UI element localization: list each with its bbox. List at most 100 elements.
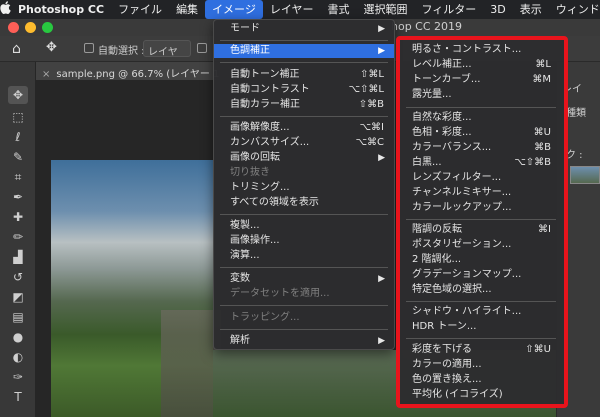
window-title: hop CC 2019 <box>391 20 463 33</box>
marquee-tool-icon[interactable]: ⬚ <box>8 108 28 126</box>
menu-item-label: 画像の回転 <box>230 152 280 163</box>
menu-item-auto-color[interactable]: 自動カラー補正 ⇧⌘B <box>214 98 394 112</box>
menu-item-label: 演算... <box>230 250 260 261</box>
menu-item-label: モード <box>230 23 260 34</box>
menu-item-duplicate[interactable]: 複製... <box>214 219 394 233</box>
pen-tool-icon[interactable]: ✑ <box>8 368 28 386</box>
menu-item-auto-tone[interactable]: 自動トーン補正 ⇧⌘L <box>214 68 394 82</box>
lasso-tool-icon[interactable]: ℓ <box>8 128 28 146</box>
macos-menubar: Photoshop CC ファイル 編集 イメージ レイヤー 書式 選択範囲 フ… <box>0 0 600 19</box>
photoshop-window: Photoshop CC ファイル 編集 イメージ レイヤー 書式 選択範囲 フ… <box>0 0 600 417</box>
minimize-window-button[interactable] <box>25 22 36 33</box>
menu-item-label: 画像解像度... <box>230 122 290 133</box>
healing-brush-tool-icon[interactable]: ✚ <box>8 208 28 226</box>
menu-item-label: 自動トーン補正 <box>230 69 300 80</box>
auto-select-target-dropdown[interactable]: レイヤー <box>143 40 191 73</box>
menu-item-calculations[interactable]: 演算... <box>214 249 394 263</box>
menu-3d[interactable]: 3D <box>483 0 512 19</box>
stamp-tool-icon[interactable]: ▟ <box>8 248 28 266</box>
blur-tool-icon[interactable]: ● <box>8 328 28 346</box>
menu-item-image-rotation[interactable]: 画像の回転 ▶ <box>214 151 394 165</box>
menu-item-auto-contrast[interactable]: 自動コントラスト ⌥⇧⌘L <box>214 83 394 97</box>
menu-item-variables[interactable]: 変数 ▶ <box>214 272 394 286</box>
history-brush-tool-icon[interactable]: ↺ <box>8 268 28 286</box>
layer-kind-filter[interactable]: 種類 <box>566 104 586 119</box>
menu-item-label: データセットを適用... <box>230 288 330 299</box>
menu-file[interactable]: ファイル <box>111 0 169 19</box>
tools-panel: ✥ ⬚ ℓ ✎ ⌗ ✒ ✚ ✏ ▟ ↺ ◩ ▤ ● ◐ ✑ T <box>0 62 36 417</box>
menu-edit[interactable]: 編集 <box>169 0 205 19</box>
auto-select-checkbox[interactable] <box>84 43 94 53</box>
image-menu-dropdown: モード ▶ 色調補正 ▶ 自動トーン補正 ⇧⌘L 自動コントラスト ⌥⇧⌘L 自動カラー… <box>213 19 395 350</box>
move-tool-icon[interactable]: ✥ <box>46 40 57 55</box>
move-tool-icon[interactable]: ✥ <box>8 86 28 104</box>
menu-item-mode[interactable]: モード ▶ <box>214 22 394 36</box>
gradient-tool-icon[interactable]: ▤ <box>8 308 28 326</box>
menu-item-label: カンバスサイズ... <box>230 137 310 148</box>
submenu-arrow-icon: ▶ <box>378 274 385 284</box>
menu-image[interactable]: イメージ <box>205 0 263 19</box>
menu-item-label: 複製... <box>230 220 260 231</box>
home-icon[interactable]: ⌂ <box>12 41 21 57</box>
image-rock-area <box>161 310 221 417</box>
auto-select-label: 自動選択 : <box>98 46 145 57</box>
brush-tool-icon[interactable]: ✏ <box>8 228 28 246</box>
menu-item-adjustments[interactable]: 色調補正 ▶ <box>214 44 394 58</box>
menu-divider <box>220 267 388 268</box>
submenu-arrow-icon: ▶ <box>378 24 385 34</box>
shortcut-label: ⇧⌘L <box>360 69 384 80</box>
menu-item-image-size[interactable]: 画像解像度... ⌥⌘I <box>214 121 394 135</box>
menu-item-label: 切り抜き <box>230 167 270 178</box>
menu-layer[interactable]: レイヤー <box>263 0 321 19</box>
menu-item-label: 自動カラー補正 <box>230 99 300 110</box>
menu-item-label: トリミング... <box>230 182 290 193</box>
menu-item-label: 自動コントラスト <box>230 84 310 95</box>
menu-item-label: 画像操作... <box>230 235 280 246</box>
menu-divider <box>220 116 388 117</box>
crop-tool-icon[interactable]: ⌗ <box>8 168 28 186</box>
submenu-arrow-icon: ▶ <box>378 153 385 163</box>
menu-divider <box>220 40 388 41</box>
close-tab-icon[interactable]: × <box>42 69 50 80</box>
layer-thumbnail[interactable] <box>570 166 600 184</box>
menu-item-trap: トラッピング... <box>214 311 394 325</box>
traffic-lights <box>8 22 53 33</box>
menu-item-label: 色調補正 <box>230 45 270 56</box>
menu-item-crop: 切り抜き <box>214 166 394 180</box>
type-tool-icon[interactable]: T <box>8 388 28 406</box>
menu-divider <box>220 329 388 330</box>
close-window-button[interactable] <box>8 22 19 33</box>
menu-divider <box>220 62 388 63</box>
document-tab[interactable]: × sample.png @ 66.7% (レイヤー 1, RG <box>36 62 220 80</box>
menu-view[interactable]: 表示 <box>513 0 549 19</box>
menu-photoshop[interactable]: Photoshop CC <box>11 0 111 19</box>
menu-item-label: 解析 <box>230 335 250 346</box>
submenu-arrow-icon: ▶ <box>378 46 385 56</box>
menu-filter[interactable]: フィルター <box>415 0 484 19</box>
menu-item-reveal-all[interactable]: すべての領域を表示 <box>214 196 394 210</box>
menu-item-label: すべての領域を表示 <box>230 197 319 208</box>
menu-item-label: 変数 <box>230 273 250 284</box>
transform-controls-checkbox[interactable] <box>197 43 207 53</box>
menu-divider <box>220 214 388 215</box>
menu-item-canvas-size[interactable]: カンバスサイズ... ⌥⌘C <box>214 136 394 150</box>
zoom-window-button[interactable] <box>42 22 53 33</box>
dodge-tool-icon[interactable]: ◐ <box>8 348 28 366</box>
submenu-arrow-icon: ▶ <box>378 336 385 346</box>
document-tab-label: sample.png @ 66.7% (レイヤー 1, RG <box>56 69 220 80</box>
layer-lock-label: ク : <box>566 150 583 161</box>
document-image[interactable] <box>51 160 221 417</box>
menu-item-analysis[interactable]: 解析 ▶ <box>214 334 394 348</box>
eraser-tool-icon[interactable]: ◩ <box>8 288 28 306</box>
menu-window[interactable]: ウィンドウ <box>549 0 600 19</box>
menu-item-apply-image[interactable]: 画像操作... <box>214 234 394 248</box>
shortcut-label: ⌥⌘I <box>359 122 384 133</box>
shortcut-label: ⇧⌘B <box>358 99 384 110</box>
menu-type[interactable]: 書式 <box>321 0 357 19</box>
eyedropper-tool-icon[interactable]: ✒ <box>8 188 28 206</box>
apple-menu-icon[interactable] <box>0 1 11 18</box>
menu-item-trim[interactable]: トリミング... <box>214 181 394 195</box>
menu-select[interactable]: 選択範囲 <box>357 0 415 19</box>
highlight-annotation-box <box>396 36 568 408</box>
quick-select-tool-icon[interactable]: ✎ <box>8 148 28 166</box>
